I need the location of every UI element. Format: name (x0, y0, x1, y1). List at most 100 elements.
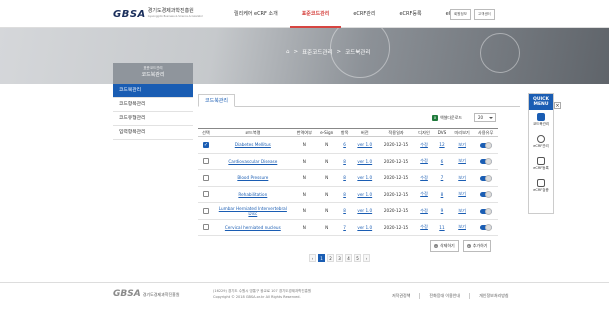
version-link[interactable]: ver 1.0 (357, 142, 372, 147)
page-button[interactable]: 2 (327, 254, 334, 262)
items-link[interactable]: 8 (343, 208, 346, 213)
design-edit-link[interactable]: 수정 (420, 158, 428, 163)
design-edit-link[interactable]: 수정 (420, 191, 428, 196)
close-icon[interactable]: × (554, 102, 561, 109)
home-icon[interactable]: ⌂ (286, 49, 290, 55)
version-link[interactable]: ver 1.0 (357, 192, 372, 197)
codebook-name-link[interactable]: Rehabilitation (238, 192, 267, 197)
preview-link[interactable]: 보기 (458, 175, 466, 180)
footer-link-privacy[interactable]: 개인정보처리방침 (469, 293, 509, 299)
version-link[interactable]: ver 1.0 (357, 159, 372, 164)
codebook-table: 선택 코드북명 번역여부 e-Sign 항목 버전 적용일자 디자인 DVS 미… (198, 128, 498, 236)
translate-cell: N (292, 219, 317, 236)
hero-banner: ⌂ > 표준코드관리 > 코드북관리 (0, 28, 609, 84)
codebook-name-link[interactable]: Cervical herniated nucleus (225, 225, 281, 230)
design-edit-link[interactable]: 수정 (420, 175, 428, 180)
page-size-select[interactable]: 20 (474, 113, 496, 122)
page-button[interactable]: 3 (336, 254, 343, 262)
quick-item-ecrf-register[interactable]: eCRF등록 (529, 154, 553, 176)
side-nav-header: 표준코드관리 코드북관리 (113, 63, 193, 84)
side-nav-item-input-items[interactable]: 입력항목관리 (113, 126, 193, 140)
codebook-name-link[interactable]: Cardiovascular Disease (228, 159, 277, 164)
delete-button[interactable]: − 삭제하기 (430, 240, 459, 252)
prev-page-button[interactable]: ‹ (309, 254, 316, 262)
date-cell: 2020-12-15 (377, 219, 416, 236)
preview-link[interactable]: 보기 (458, 224, 466, 229)
quick-item-ecrf-verify[interactable]: eCRF검증 (529, 176, 553, 198)
items-link[interactable]: 7 (343, 225, 346, 230)
quick-item-codebook[interactable]: 코드북관리 (529, 110, 553, 132)
side-nav-item-code-items[interactable]: 코드항목관리 (113, 98, 193, 112)
row-checkbox[interactable] (202, 207, 209, 214)
page-button[interactable]: 4 (345, 254, 352, 262)
nav-ecrf-manage[interactable]: eCRF관리 (341, 0, 387, 28)
row-checkbox[interactable] (202, 224, 209, 231)
nav-ecrf-register[interactable]: eCRF등록 (387, 0, 433, 28)
dvs-link[interactable]: 6 (441, 159, 444, 164)
use-toggle[interactable] (479, 174, 492, 182)
table-header-row: 선택 코드북명 번역여부 e-Sign 항목 버전 적용일자 디자인 DVS 미… (198, 128, 498, 137)
excel-icon: x (432, 115, 438, 121)
row-checkbox[interactable] (202, 158, 209, 165)
next-page-button[interactable]: › (363, 254, 370, 262)
side-nav-item-codebook[interactable]: 코드북관리 (113, 84, 193, 98)
site-logo[interactable]: GBSA 경기도경제과학진흥원 Gyeonggido Business & Sc… (113, 8, 203, 20)
preview-link[interactable]: 보기 (458, 158, 466, 163)
col-translate: 번역여부 (292, 128, 317, 137)
page-button[interactable]: 5 (354, 254, 361, 262)
items-link[interactable]: 8 (343, 192, 346, 197)
row-checkbox[interactable]: ✓ (202, 141, 209, 148)
page-size-value: 20 (478, 115, 484, 120)
use-toggle[interactable] (479, 141, 492, 149)
design-edit-link[interactable]: 수정 (420, 208, 428, 213)
table-row: Blood Pressure N N 8 ver 1.0 2020-12-15 … (198, 169, 498, 187)
breadcrumb-item[interactable]: 표준코드관리 (302, 48, 332, 56)
codebook-name-link[interactable]: Diabetes Mellitus (235, 142, 271, 147)
row-checkbox[interactable] (202, 174, 209, 181)
codebook-name-link[interactable]: Blood Pressure (237, 175, 268, 180)
use-toggle[interactable] (479, 224, 492, 231)
footer-link-copyright[interactable]: 저작권정책 (392, 293, 410, 299)
nav-intro[interactable]: 릴리케어 eCRF 소개 (222, 0, 290, 28)
items-link[interactable]: 6 (343, 142, 346, 147)
delete-label: 삭제하기 (440, 243, 455, 248)
footer-logo-mark: GBSA (113, 289, 141, 299)
use-toggle[interactable] (479, 158, 492, 165)
customer-center-button[interactable]: 고객센터 (473, 9, 495, 20)
dvs-link[interactable]: 8 (441, 192, 444, 197)
breadcrumb: ⌂ > 표준코드관리 > 코드북관리 (286, 48, 370, 56)
gear-icon (537, 135, 545, 143)
preview-link[interactable]: 보기 (458, 208, 466, 213)
excel-download-button[interactable]: x 엑셀다운로드 (432, 115, 462, 121)
version-link[interactable]: ver 1.0 (357, 208, 372, 213)
side-nav-item-code-types[interactable]: 코드유형관리 (113, 112, 193, 126)
use-toggle[interactable] (479, 207, 492, 215)
dvs-link[interactable]: 7 (441, 175, 444, 180)
footer-link-phone[interactable]: 전화응대 이용안내 (419, 293, 460, 299)
esign-cell: N (316, 202, 337, 220)
add-button[interactable]: + 추가하기 (462, 240, 492, 252)
row-checkbox[interactable] (202, 191, 209, 198)
col-design: 디자인 (415, 128, 433, 137)
version-link[interactable]: ver 1.0 (357, 225, 372, 230)
version-link[interactable]: ver 1.0 (357, 175, 372, 180)
quick-item-ecrf-manage[interactable]: eCRF관리 (529, 132, 553, 154)
codebook-name-link[interactable]: Lumbar Herniated Intervertebral Disc (219, 206, 287, 216)
use-toggle[interactable] (479, 191, 492, 198)
dvs-link[interactable]: 11 (439, 225, 444, 230)
preview-link[interactable]: 보기 (458, 142, 466, 147)
preview-link[interactable]: 보기 (458, 191, 466, 196)
util-links: 회원정보 고객센터 (450, 9, 495, 20)
member-info-button[interactable]: 회원정보 (450, 9, 471, 20)
dvs-link[interactable]: 12 (439, 142, 444, 147)
dvs-link[interactable]: 9 (441, 208, 444, 213)
design-edit-link[interactable]: 수정 (420, 224, 428, 229)
nav-standard-code[interactable]: 표준코드관리 (289, 0, 342, 28)
tab-codebook[interactable]: 코드북관리 (198, 94, 236, 107)
design-edit-link[interactable]: 수정 (420, 142, 428, 147)
translate-cell: N (292, 153, 317, 170)
side-nav: 표준코드관리 코드북관리 코드북관리 코드항목관리 코드유형관리 입력항목관리 (113, 63, 193, 140)
items-link[interactable]: 8 (343, 159, 346, 164)
items-link[interactable]: 8 (343, 175, 346, 180)
page-button[interactable]: 1 (318, 254, 325, 262)
